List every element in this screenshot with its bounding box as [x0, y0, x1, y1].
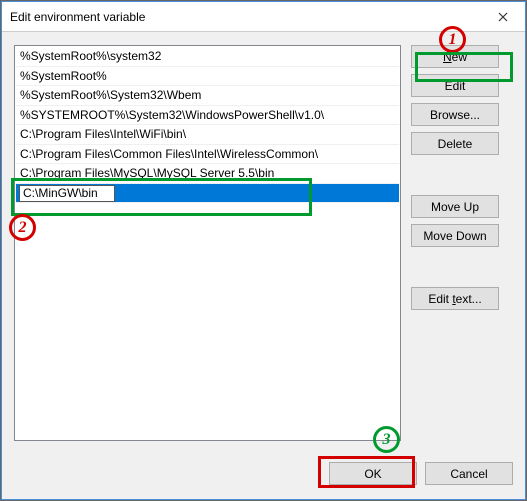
list-item[interactable]: %SYSTEMROOT%\System32\WindowsPowerShell\…: [16, 106, 399, 126]
cancel-button[interactable]: Cancel: [425, 462, 513, 485]
list-item[interactable]: %SystemRoot%\System32\Wbem: [16, 86, 399, 106]
titlebar: Edit environment variable: [2, 2, 525, 32]
list-item[interactable]: C:\Program Files\Common Files\Intel\Wire…: [16, 145, 399, 165]
ok-button[interactable]: OK: [329, 462, 417, 485]
delete-button[interactable]: Delete: [411, 132, 499, 155]
edit-text-button[interactable]: Edit text...: [411, 287, 499, 310]
edit-button[interactable]: Edit: [411, 74, 499, 97]
list-item[interactable]: C:\Program Files\MySQL\MySQL Server 5.5\…: [16, 164, 399, 184]
window-title: Edit environment variable: [10, 10, 145, 24]
close-button[interactable]: [480, 2, 525, 31]
dialog-window: Edit environment variable %SystemRoot%\s…: [1, 1, 526, 500]
browse-button[interactable]: Browse...: [411, 103, 499, 126]
path-edit-input[interactable]: [19, 185, 115, 202]
move-up-button[interactable]: Move Up: [411, 195, 499, 218]
path-listbox[interactable]: %SystemRoot%\system32 %SystemRoot% %Syst…: [14, 45, 401, 441]
list-item[interactable]: %SystemRoot%\system32: [16, 47, 399, 67]
close-icon: [498, 12, 508, 22]
list-item-editing[interactable]: [16, 184, 399, 204]
move-down-button[interactable]: Move Down: [411, 224, 499, 247]
list-item[interactable]: C:\Program Files\Intel\WiFi\bin\: [16, 125, 399, 145]
list-item[interactable]: %SystemRoot%: [16, 67, 399, 87]
new-button[interactable]: New: [411, 45, 499, 68]
